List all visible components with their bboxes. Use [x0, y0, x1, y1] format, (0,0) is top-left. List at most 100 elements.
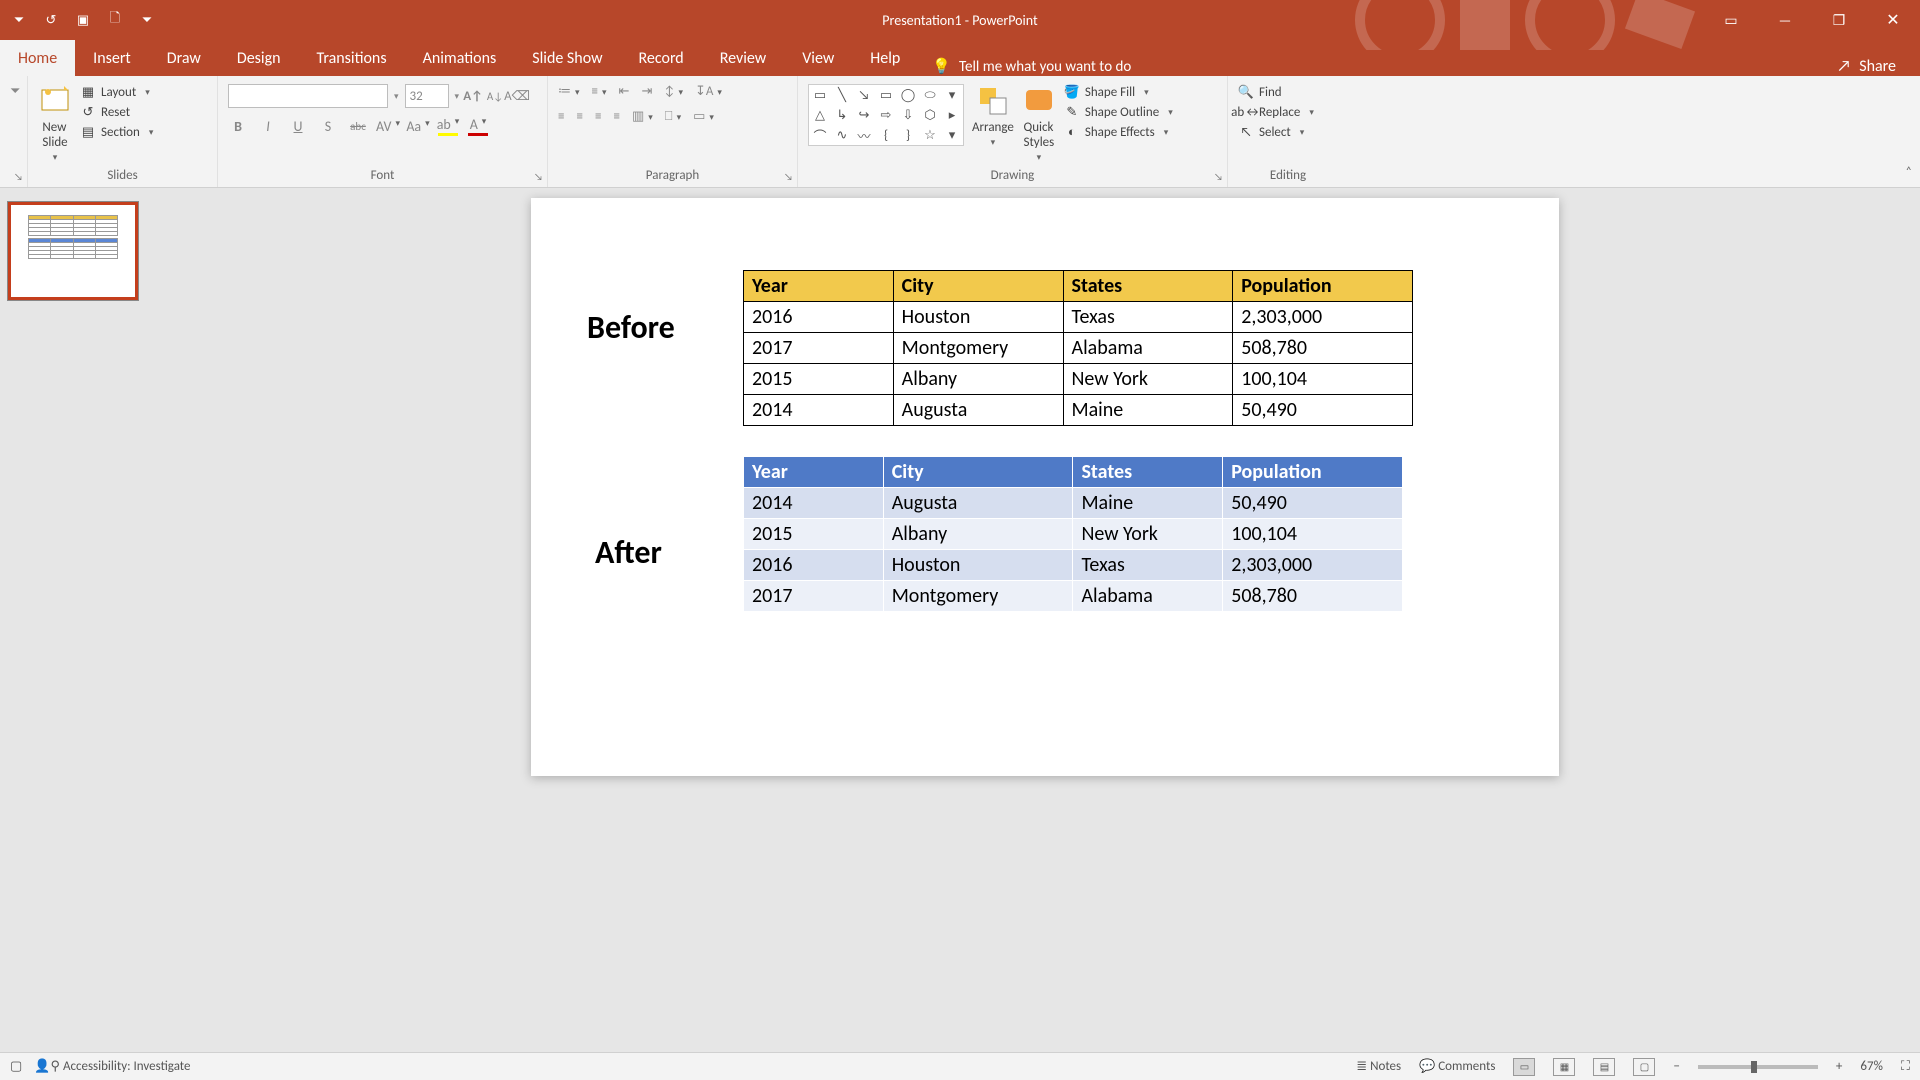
collapse-ribbon-button[interactable]: ˄ — [1906, 165, 1912, 179]
tab-home[interactable]: Home — [0, 40, 75, 76]
tab-view[interactable]: View — [784, 40, 852, 76]
numbering-button[interactable]: ≡ — [592, 84, 607, 99]
tab-transitions[interactable]: Transitions — [299, 40, 405, 76]
change-case-button[interactable]: Aa — [408, 118, 428, 135]
smartart-button[interactable]: ▭ — [693, 109, 714, 124]
lightbulb-icon: 💡 — [932, 57, 951, 76]
arrange-button[interactable]: Arrange▾ — [972, 84, 1014, 148]
shapes-gallery[interactable]: ▭╲↘▭◯⬭▾ △↳↪⇨⇩⬡▸ ⌒∿〰{}☆▾ — [808, 84, 964, 146]
grow-font-button[interactable]: A↑ — [465, 88, 481, 104]
group-slides-label: Slides — [38, 166, 207, 187]
drawing-launcher-icon[interactable]: ↘ — [1214, 170, 1223, 183]
before-table[interactable]: Year City States Population 2016HoustonT… — [743, 270, 1413, 426]
sorter-view-button[interactable]: ▦ — [1553, 1058, 1575, 1076]
replace-button[interactable]: ab↔Replace — [1238, 104, 1314, 120]
spellcheck-icon[interactable]: ▢ — [10, 1059, 22, 1074]
clipboard-launcher-icon[interactable]: ↘ — [14, 170, 23, 183]
comments-button[interactable]: 💬 Comments — [1419, 1059, 1495, 1074]
table-row: 2014AugustaMaine50,490 — [744, 488, 1403, 519]
col-header: Year — [744, 271, 894, 302]
strike-button[interactable]: abc — [348, 120, 368, 133]
align-left-button[interactable]: ≡ — [558, 109, 564, 124]
slide-canvas[interactable]: Before After Year City States Population… — [531, 198, 1559, 776]
tell-me-label: Tell me what you want to do — [959, 58, 1131, 76]
clipboard-dropdown-icon[interactable]: ⏷ — [10, 84, 20, 99]
tab-help[interactable]: Help — [852, 40, 918, 76]
reset-button[interactable]: ↺Reset — [80, 104, 130, 120]
qat-custom-icon[interactable]: ⏷ — [138, 11, 156, 29]
justify-button[interactable]: ≡ — [613, 109, 619, 124]
shape-fill-button[interactable]: 🪣Shape Fill — [1064, 84, 1149, 100]
find-button[interactable]: 🔍Find — [1238, 84, 1282, 100]
shape-effects-button[interactable]: ◐Shape Effects — [1064, 124, 1168, 140]
accessibility-button[interactable]: 👤⚲ Accessibility: Investigate — [34, 1059, 190, 1074]
group-paragraph: ≔ ≡ ⇤ ⇥ ↕ ↧A ≡ ≡ ≡ ≡ ▥ ⎕ ▭ ↘ Paragraph — [548, 76, 798, 187]
new-file-icon[interactable]: 🗋 — [106, 11, 124, 29]
decrease-indent-button[interactable]: ⇤ — [619, 84, 630, 99]
text-direction-button[interactable]: ↧A — [695, 84, 722, 99]
qat-dropdown-icon[interactable]: ⏷ — [10, 11, 28, 29]
char-spacing-button[interactable]: AV — [378, 118, 398, 135]
slideshow-view-button[interactable]: ▢ — [1633, 1058, 1655, 1076]
tab-slideshow[interactable]: Slide Show — [514, 40, 620, 76]
zoom-slider[interactable] — [1698, 1065, 1818, 1069]
minimize-button[interactable]: — — [1758, 0, 1812, 40]
clear-format-button[interactable]: A⌫ — [509, 88, 525, 104]
col-header: Year — [744, 457, 884, 488]
select-button[interactable]: ↖Select — [1238, 124, 1304, 140]
bullets-button[interactable]: ≔ — [558, 84, 580, 99]
underline-button[interactable]: U — [288, 118, 308, 135]
tab-design[interactable]: Design — [219, 40, 299, 76]
columns-button[interactable]: ▥ — [632, 109, 653, 124]
highlight-button[interactable]: ab — [438, 116, 458, 136]
shadow-button[interactable]: S — [318, 118, 338, 135]
start-slideshow-icon[interactable]: ▣ — [74, 11, 92, 29]
paragraph-launcher-icon[interactable]: ↘ — [784, 170, 793, 183]
before-label: Before — [587, 308, 675, 347]
font-launcher-icon[interactable]: ↘ — [534, 170, 543, 183]
after-table[interactable]: Year City States Population 2014AugustaM… — [743, 456, 1403, 612]
group-drawing: ▭╲↘▭◯⬭▾ △↳↪⇨⇩⬡▸ ⌒∿〰{}☆▾ Arrange▾ Quick S… — [798, 76, 1228, 187]
tab-insert[interactable]: Insert — [75, 40, 149, 76]
close-button[interactable]: ✕ — [1866, 0, 1920, 40]
new-slide-button[interactable]: New Slide ▾ — [38, 84, 72, 163]
share-button[interactable]: ↗ Share — [1837, 57, 1920, 76]
shape-outline-button[interactable]: ✎Shape Outline — [1064, 104, 1173, 120]
align-center-button[interactable]: ≡ — [576, 109, 582, 124]
font-name-input[interactable] — [228, 84, 388, 108]
slide-thumbnail-pane[interactable] — [0, 188, 170, 1052]
align-text-button[interactable]: ⎕ — [665, 109, 681, 124]
layout-button[interactable]: ▦Layout — [80, 84, 150, 100]
normal-view-button[interactable]: ▭ — [1513, 1058, 1535, 1076]
bold-button[interactable]: B — [228, 118, 248, 135]
undo-button[interactable]: ↺ — [42, 11, 60, 29]
font-color-button[interactable]: A — [468, 116, 488, 136]
fit-to-window-button[interactable]: ⛶ — [1901, 1059, 1910, 1074]
zoom-level[interactable]: 67% — [1860, 1059, 1882, 1074]
tab-review[interactable]: Review — [702, 40, 785, 76]
tab-draw[interactable]: Draw — [149, 40, 219, 76]
tab-animations[interactable]: Animations — [405, 40, 515, 76]
bucket-icon: 🪣 — [1064, 84, 1080, 100]
increase-indent-button[interactable]: ⇥ — [641, 84, 652, 99]
italic-button[interactable]: I — [258, 118, 278, 135]
group-font-label: Font — [228, 166, 537, 187]
slide-canvas-area[interactable]: Before After Year City States Population… — [170, 188, 1920, 1052]
group-font: ▾ 32 ▾ A↑ A↓ A⌫ B I U S abc AV Aa ab A ↘… — [218, 76, 548, 187]
notes-button[interactable]: ≣ Notes — [1356, 1059, 1401, 1074]
zoom-in-button[interactable]: + — [1836, 1059, 1842, 1074]
section-button[interactable]: ▤Section — [80, 124, 153, 140]
quick-styles-button[interactable]: Quick Styles▾ — [1022, 84, 1056, 163]
tell-me-search[interactable]: 💡 Tell me what you want to do — [932, 57, 1131, 76]
zoom-out-button[interactable]: − — [1673, 1059, 1679, 1074]
col-header: Population — [1223, 457, 1403, 488]
reading-view-button[interactable]: ▤ — [1593, 1058, 1615, 1076]
slide-thumbnail-1[interactable] — [8, 202, 138, 300]
shrink-font-button[interactable]: A↓ — [487, 88, 503, 104]
align-right-button[interactable]: ≡ — [595, 109, 601, 124]
maximize-button[interactable]: ❐ — [1812, 0, 1866, 40]
font-size-input[interactable]: 32 — [405, 84, 449, 108]
tab-record[interactable]: Record — [621, 40, 702, 76]
line-spacing-button[interactable]: ↕ — [664, 84, 683, 99]
ribbon-display-button[interactable]: ▭ — [1704, 0, 1758, 40]
